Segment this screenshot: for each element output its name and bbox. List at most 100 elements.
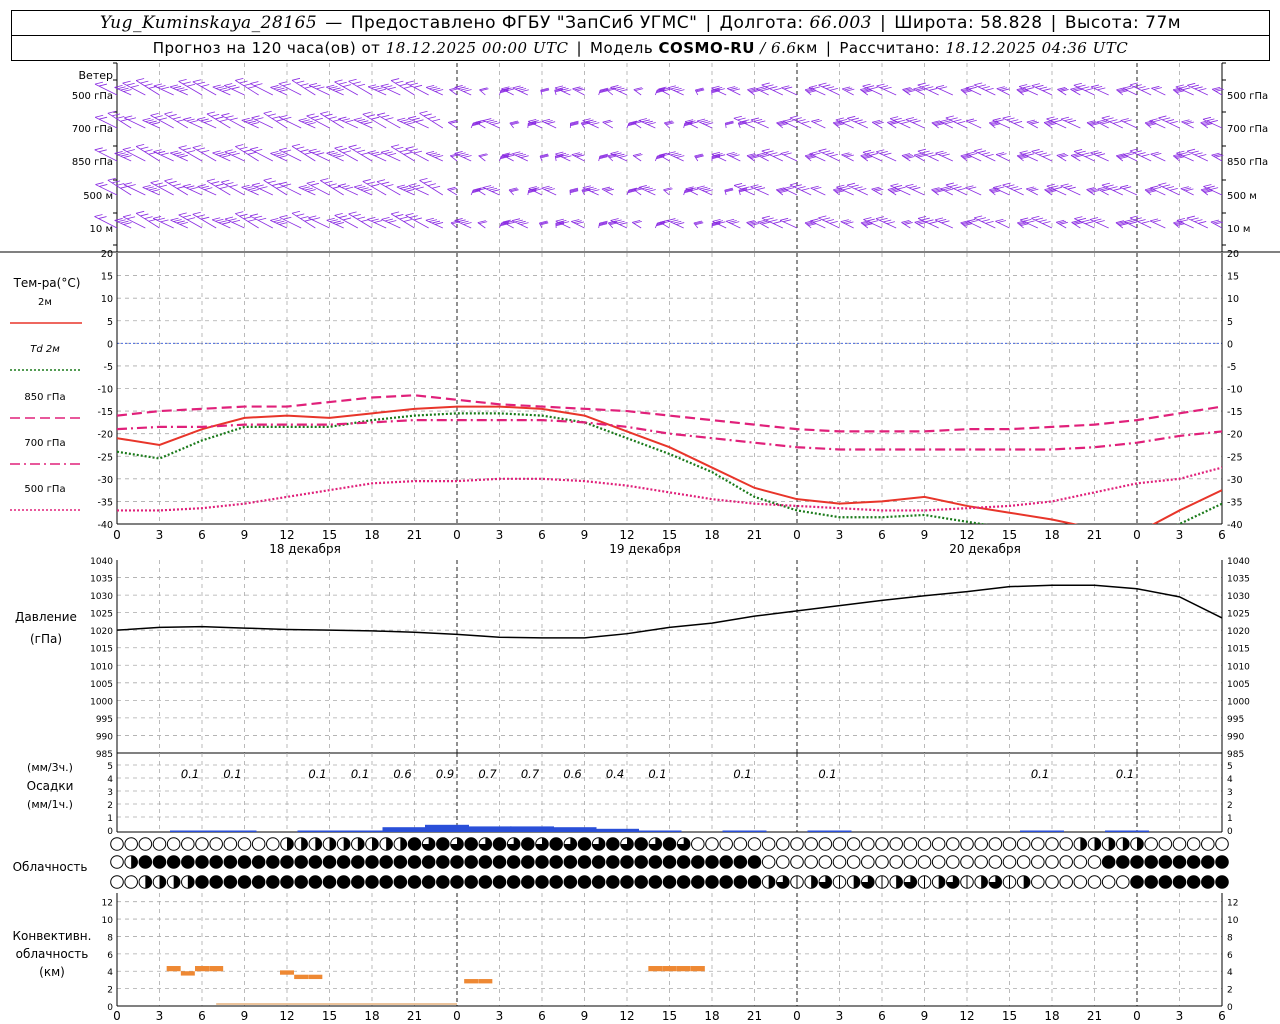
wind-barb-feather [362, 111, 371, 115]
temp-y-tick-right: -40 [1227, 520, 1243, 531]
temp-x-tick: 18 [704, 528, 719, 542]
wind-barb-feather [520, 89, 529, 93]
temp-x-tick: 18 [1044, 528, 1059, 542]
wind-barb-feather [1077, 150, 1086, 154]
wind-barb [192, 147, 217, 162]
cloud-cover-icon [662, 837, 677, 851]
wind-barb-feather [463, 222, 472, 225]
prec-amount-label: 0.1 [181, 767, 199, 781]
cloud-cover-icon [811, 875, 818, 889]
temp-x-tick: 12 [279, 528, 294, 542]
cloud-cover-icon [506, 855, 521, 869]
wind-barb-feather [1013, 188, 1023, 191]
prec-amount-label: 0.1 [351, 767, 369, 781]
wind-barb-feather [341, 185, 350, 188]
wind-barb-feather [838, 118, 848, 122]
wind-barb-feather [1151, 85, 1160, 89]
wind-barb-feather [329, 152, 338, 155]
wind-barb-feather [917, 148, 926, 152]
wind-barb-feather [391, 211, 400, 215]
wind-barb-feather [250, 122, 259, 125]
temp-x-tick: 0 [453, 528, 461, 542]
conv-x-tick: 9 [921, 1009, 929, 1023]
wind-barb-feather [395, 146, 404, 150]
wind-barb-feather [307, 122, 316, 125]
wind-barb [348, 146, 373, 162]
wind-barb-feather [363, 121, 372, 125]
wind-barb-feather [711, 85, 720, 89]
wind-barb-feather [699, 186, 708, 190]
conv-y-tick: 4 [107, 968, 113, 978]
wind-barb-feather [224, 216, 234, 220]
wind-barb [638, 187, 656, 196]
wind-barb-feather [409, 82, 419, 86]
prec-amount-label: 0.1 [1031, 767, 1049, 781]
wind-barb [405, 82, 429, 96]
wind-barb-feather [296, 213, 305, 217]
wind-barb-feather [544, 120, 553, 123]
wind-barb-feather [757, 120, 766, 124]
wind-barb-feather [320, 178, 329, 181]
conv-x-tick: 18 [1044, 1009, 1059, 1023]
wind-barb-feather [842, 187, 851, 191]
cloud-cover-icon [492, 855, 507, 869]
wind-barb-feather [326, 217, 335, 221]
wind-barb-feather [312, 217, 321, 221]
wind-barb-feather [168, 114, 177, 117]
wind-barb [397, 119, 415, 129]
wind-barb-feather [136, 78, 145, 81]
wind-barb-feather [270, 85, 279, 88]
conv-cloud-bar [690, 966, 705, 972]
wind-barb-feather [929, 221, 938, 224]
wind-barb-feather [157, 150, 166, 154]
wind-barb-feather [235, 77, 244, 81]
temp-x-tick: 15 [662, 528, 677, 542]
wind-barb-feather [435, 89, 444, 92]
wind-barb-feather [427, 183, 436, 187]
wind-barb-feather [460, 153, 469, 157]
conv-x-tick: 12 [279, 1009, 294, 1023]
cloud-cover-icon [351, 855, 365, 869]
prec-amount-label: 0.1 [818, 767, 836, 781]
cloud-cover-icon [1186, 837, 1201, 851]
wind-barb-feather [206, 178, 216, 182]
wind-barb-feather [267, 113, 276, 117]
wind-barb-feather [153, 149, 162, 153]
wind-barb-feather [1149, 218, 1159, 222]
wind-barb-feather [1006, 117, 1015, 121]
wind-barb-feather [114, 218, 123, 221]
cloud-cover-icon [761, 855, 776, 869]
wind-barb-feather [425, 217, 434, 221]
cloud-cover-icon [634, 875, 648, 889]
wind-barb-feather [1141, 153, 1150, 157]
wind-barb-feather [486, 119, 495, 123]
wind-barb-feather [224, 149, 233, 153]
wind-barb-feather [403, 187, 412, 191]
wind-barb [326, 86, 344, 96]
wind-barb-feather [1042, 88, 1051, 92]
wind-barb-feather [306, 180, 315, 184]
wind-barb-feather [251, 115, 260, 119]
precip-bar [1020, 830, 1064, 832]
wind-barb-feather [179, 221, 188, 225]
pres-y-tick-right: 1040 [1227, 557, 1250, 567]
wind-level-label-right: 10 м [1227, 224, 1250, 235]
cloud-cover-icon [917, 855, 932, 869]
pres-y-tick-right: 1000 [1227, 697, 1250, 707]
wind-barb-feather [144, 216, 153, 219]
conv-cloud-bar [648, 966, 663, 972]
wind-barb [667, 153, 684, 162]
prec-title: Осадки [27, 779, 74, 793]
wind-barb-feather [610, 85, 619, 88]
cloud-cover-icon [266, 875, 280, 889]
wind-barb-feather [789, 115, 799, 119]
cloud-cover-icon [662, 855, 677, 869]
wind-barb-feather [957, 187, 966, 191]
temp-y-tick-right: 0 [1227, 339, 1233, 350]
wind-barb-feather [405, 80, 414, 84]
wind-barb-feather [273, 219, 282, 223]
cloud-cover-icon [521, 837, 535, 851]
wind-barb-feather [1034, 217, 1044, 221]
wind-barb-feather [341, 118, 350, 122]
prec-amount-label: 0.7 [521, 767, 540, 781]
